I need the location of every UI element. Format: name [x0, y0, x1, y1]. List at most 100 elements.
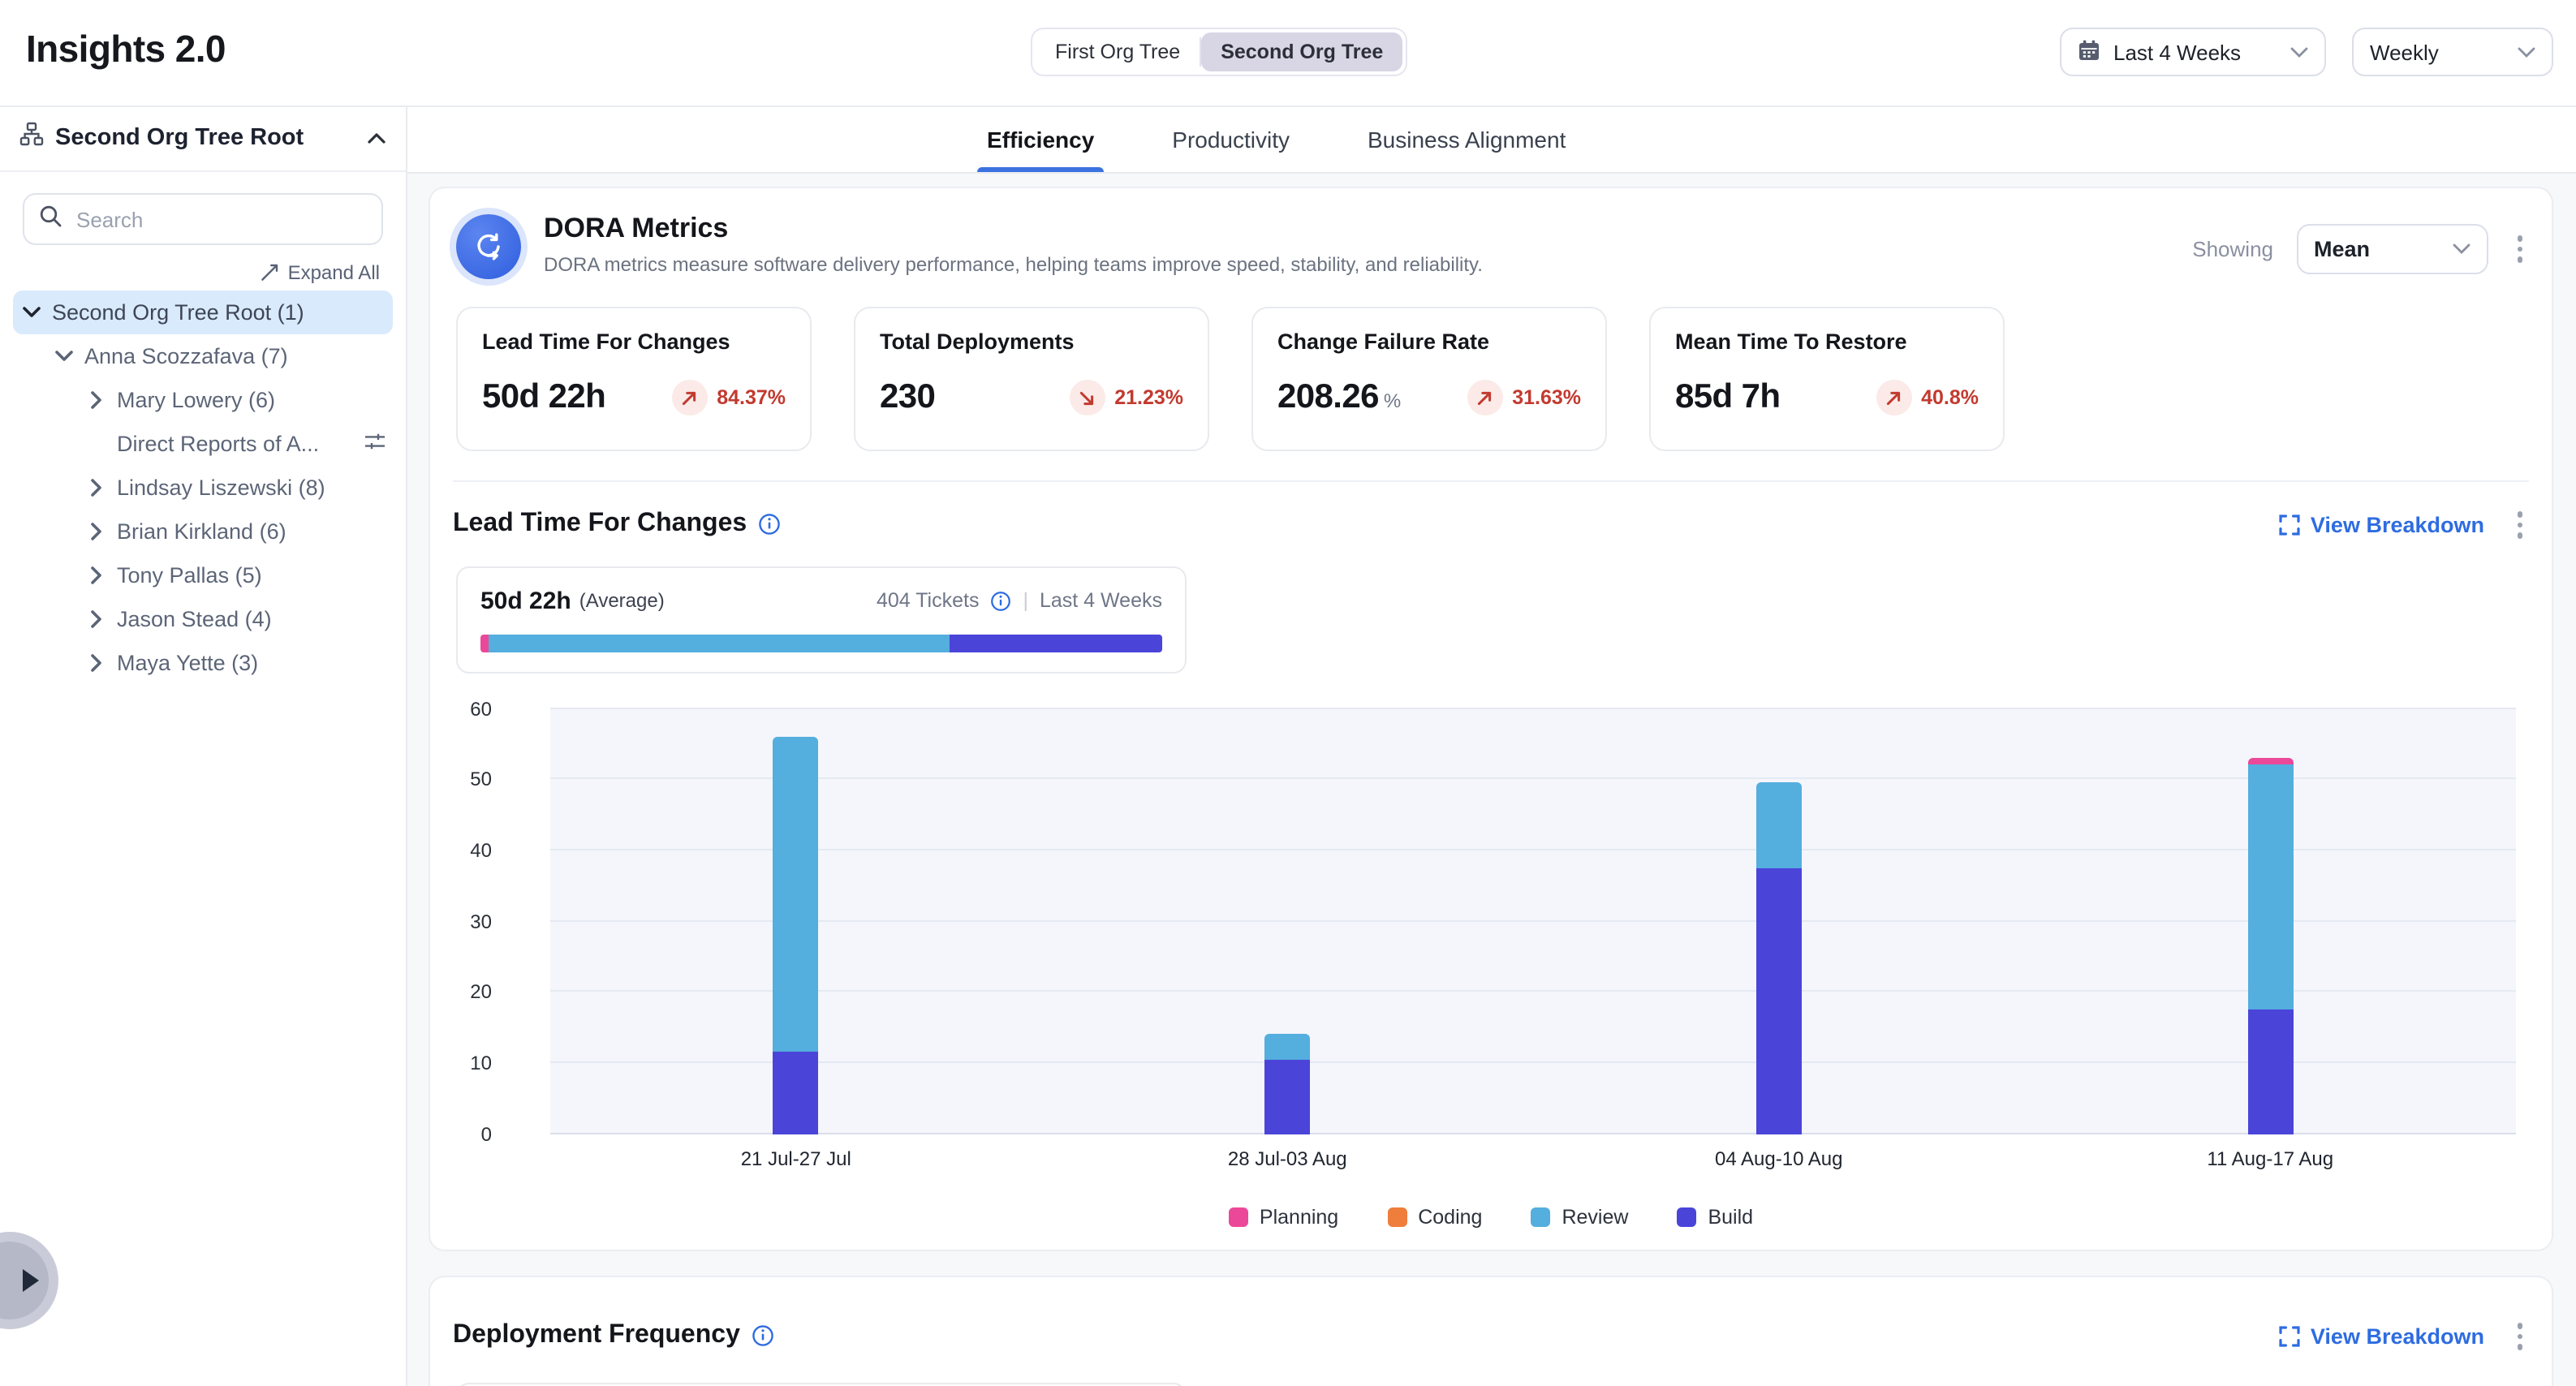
gridline [550, 919, 2516, 921]
chevron-right-icon[interactable] [84, 389, 107, 411]
metric-delta: 31.63% [1467, 380, 1581, 415]
x-axis-tick-label: 21 Jul-27 Jul [741, 1147, 851, 1169]
lead-time-kebab-menu[interactable] [2510, 505, 2529, 544]
tree-item-direct-reports[interactable]: Direct Reports of A... [78, 422, 393, 466]
metric-delta: 40.8% [1876, 380, 1979, 415]
tree-item-tony[interactable]: Tony Pallas (5) [78, 553, 393, 597]
org-tree-icon [19, 122, 44, 154]
tree-item-root[interactable]: Second Org Tree Root (1) [13, 291, 393, 334]
arrow-up-right-icon [680, 389, 698, 407]
granularity-select[interactable]: Weekly [2352, 28, 2553, 76]
chevron-right-icon[interactable] [84, 476, 107, 499]
tree-item-label: Lindsay Liszewski (8) [117, 476, 325, 500]
deployment-frequency-card: Deployment Frequency View Breakdown [429, 1276, 2553, 1386]
deployment-view-breakdown-button[interactable]: View Breakdown [2280, 1324, 2484, 1349]
legend-item-build[interactable]: Build [1677, 1205, 1753, 1228]
tab-productivity[interactable]: Productivity [1172, 105, 1290, 172]
chevron-down-icon[interactable] [52, 345, 75, 368]
sidebar: Second Org Tree Root Expand All Second O… [0, 105, 407, 1386]
tree-item-label: Mary Lowery (6) [117, 388, 275, 412]
bar-segment-build [773, 1052, 819, 1134]
lead-time-title: Lead Time For Changes [453, 510, 747, 540]
info-icon[interactable] [758, 514, 781, 536]
metric-value: 230 [880, 378, 940, 417]
summary-period: Last 4 Weeks [1040, 589, 1162, 612]
legend-item-review[interactable]: Review [1531, 1205, 1628, 1228]
search-box[interactable] [23, 193, 383, 245]
gridline [550, 1061, 2516, 1063]
tab-business-alignment[interactable]: Business Alignment [1368, 105, 1566, 172]
info-icon[interactable] [752, 1325, 774, 1348]
active-tab-underline [977, 167, 1104, 172]
org-tree: Second Org Tree Root (1) Anna Scozzafava… [0, 291, 406, 685]
legend-label: Build [1708, 1205, 1753, 1228]
legend-label: Coding [1418, 1205, 1482, 1228]
dora-cycle-icon [456, 214, 521, 279]
lead-time-section: Lead Time For Changes View Breakdown 50d… [453, 480, 2529, 1228]
search-icon [39, 204, 62, 235]
metric-delta: 84.37% [671, 380, 786, 415]
legend-label: Review [1562, 1205, 1628, 1228]
toggle-first-org-tree[interactable]: First Org Tree [1036, 32, 1200, 71]
expand-all-icon [261, 263, 280, 282]
main-area: Efficiency Productivity Business Alignme… [406, 105, 2576, 1386]
dora-subtitle: DORA metrics measure software delivery p… [544, 253, 1483, 276]
tree-item-label: Brian Kirkland (6) [117, 519, 286, 544]
phase-distribution-bar [480, 634, 1162, 652]
sidebar-collapse-button[interactable] [367, 123, 386, 153]
expand-corners-icon [2280, 1326, 2301, 1347]
legend-item-planning[interactable]: Planning [1229, 1205, 1338, 1228]
expand-all-button[interactable]: Expand All [0, 261, 380, 284]
calendar-icon [2078, 38, 2100, 66]
sidebar-resize-handle[interactable] [0, 1232, 58, 1329]
tab-efficiency[interactable]: Efficiency [987, 105, 1094, 172]
chevron-right-icon[interactable] [84, 652, 107, 674]
bar-segment-build [1756, 868, 1802, 1134]
y-axis-tick-label: 10 [453, 1052, 492, 1074]
deployment-kebab-menu[interactable] [2510, 1316, 2529, 1356]
legend-swatch [1531, 1207, 1550, 1226]
gridline [550, 1132, 2516, 1134]
tree-item-label: Direct Reports of A... [117, 432, 354, 456]
y-axis-tick-label: 40 [453, 839, 492, 862]
legend-item-coding[interactable]: Coding [1387, 1205, 1482, 1228]
tree-item-mary[interactable]: Mary Lowery (6) [78, 378, 393, 422]
toggle-second-org-tree[interactable]: Second Org Tree [1201, 32, 1402, 71]
tabs-row: Efficiency Productivity Business Alignme… [406, 105, 2576, 174]
stacked-bar-1[interactable] [773, 737, 819, 1134]
tree-item-lindsay[interactable]: Lindsay Liszewski (8) [78, 466, 393, 510]
tree-item-anna[interactable]: Anna Scozzafava (7) [45, 334, 393, 378]
tree-item-brian[interactable]: Brian Kirkland (6) [78, 510, 393, 553]
stacked-bar-4[interactable] [2247, 758, 2293, 1134]
lead-time-view-breakdown-button[interactable]: View Breakdown [2280, 513, 2484, 537]
summary-tickets: 404 Tickets [877, 589, 979, 612]
chevron-right-icon[interactable] [84, 564, 107, 587]
gridline [550, 849, 2516, 850]
metric-value: 50d 22h [482, 378, 610, 417]
bar-segment-review [773, 737, 819, 1052]
top-header: Insights 2.0 First Org Tree Second Org T… [0, 0, 2576, 107]
aggregation-select[interactable]: Mean [2296, 224, 2488, 274]
tree-item-jason[interactable]: Jason Stead (4) [78, 597, 393, 641]
x-axis-tick-label: 11 Aug-17 Aug [2207, 1147, 2333, 1169]
stacked-bar-2[interactable] [1264, 1035, 1310, 1134]
search-input[interactable] [73, 205, 367, 233]
info-icon[interactable] [990, 590, 1011, 611]
stacked-bar-3[interactable] [1756, 783, 1802, 1134]
sliders-icon[interactable] [364, 430, 386, 458]
app-title: Insights 2.0 [26, 28, 226, 71]
chevron-down-icon [2452, 243, 2470, 255]
tree-item-maya[interactable]: Maya Yette (3) [78, 641, 393, 685]
chevron-right-icon[interactable] [84, 608, 107, 631]
gridline [550, 707, 2516, 708]
chevron-down-icon[interactable] [19, 301, 42, 324]
dora-kebab-menu[interactable] [2510, 230, 2529, 269]
chevron-right-icon[interactable] [84, 520, 107, 543]
date-range-value: Last 4 Weeks [2113, 40, 2277, 64]
dora-title: DORA Metrics [544, 213, 1483, 245]
y-axis-tick-label: 30 [453, 910, 492, 932]
y-axis-tick-label: 60 [453, 697, 492, 720]
chart-legend: Planning Coding Review Build [453, 1205, 2529, 1228]
date-range-select[interactable]: Last 4 Weeks [2060, 28, 2326, 76]
expand-all-label: Expand All [288, 261, 380, 284]
